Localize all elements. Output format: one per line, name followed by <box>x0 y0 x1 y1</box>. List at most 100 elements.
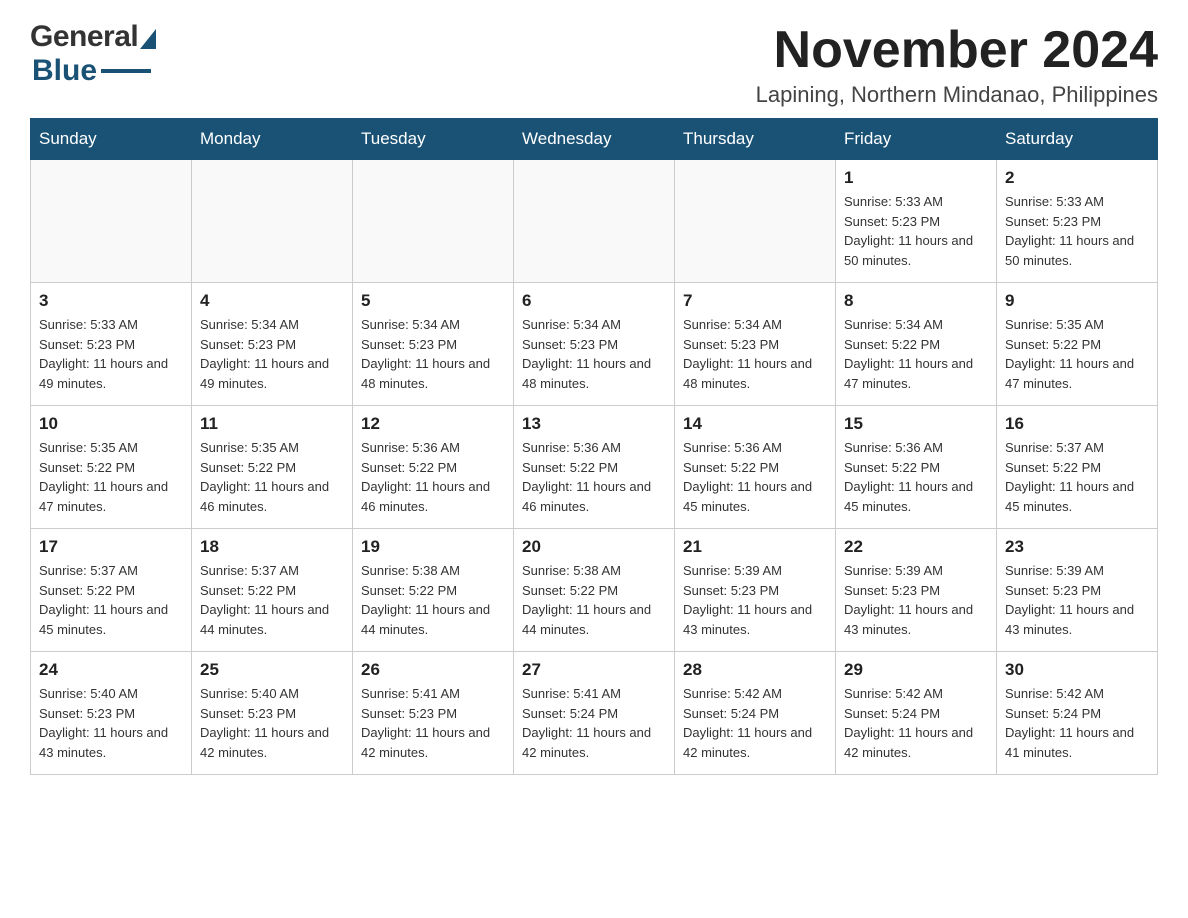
calendar-week-3: 10 Sunrise: 5:35 AMSunset: 5:22 PMDayligh… <box>31 406 1158 529</box>
table-row: 11 Sunrise: 5:35 AMSunset: 5:22 PMDayligh… <box>192 406 353 529</box>
table-row: 29Sunrise: 5:42 AMSunset: 5:24 PMDayligh… <box>836 652 997 775</box>
day-number: 20 <box>522 537 666 557</box>
day-info: Sunrise: 5:39 AMSunset: 5:23 PMDaylight:… <box>844 561 988 639</box>
day-number: 3 <box>39 291 183 311</box>
day-number: 25 <box>200 660 344 680</box>
day-number: 18 <box>200 537 344 557</box>
day-info: Sunrise: 5:42 AMSunset: 5:24 PMDaylight:… <box>844 684 988 762</box>
day-info: Sunrise: 5:33 AMSunset: 5:23 PMDaylight:… <box>39 315 183 393</box>
col-sunday: Sunday <box>31 119 192 160</box>
day-info: Sunrise: 5:35 AMSunset: 5:22 PMDaylight:… <box>200 438 344 516</box>
table-row: 20Sunrise: 5:38 AMSunset: 5:22 PMDayligh… <box>514 529 675 652</box>
logo-general-text: General <box>30 20 138 54</box>
day-number: 22 <box>844 537 988 557</box>
day-info: Sunrise: 5:35 AMSunset: 5:22 PMDaylight:… <box>1005 315 1149 393</box>
month-year-title: November 2024 <box>756 20 1158 80</box>
day-info: Sunrise: 5:33 AMSunset: 5:23 PMDaylight:… <box>844 192 988 270</box>
day-info: Sunrise: 5:34 AMSunset: 5:23 PMDaylight:… <box>522 315 666 393</box>
table-row: 25 Sunrise: 5:40 AMSunset: 5:23 PMDayligh… <box>192 652 353 775</box>
day-number: 9 <box>1005 291 1149 311</box>
day-number: 4 <box>200 291 344 311</box>
day-info: Sunrise: 5:41 AMSunset: 5:24 PMDaylight:… <box>522 684 666 762</box>
table-row: 12 Sunrise: 5:36 AMSunset: 5:22 PMDayligh… <box>353 406 514 529</box>
col-friday: Friday <box>836 119 997 160</box>
table-row: 8 Sunrise: 5:34 AMSunset: 5:22 PMDaylight… <box>836 283 997 406</box>
day-info: Sunrise: 5:36 AMSunset: 5:22 PMDaylight:… <box>361 438 505 516</box>
day-number: 27 <box>522 660 666 680</box>
day-number: 26 <box>361 660 505 680</box>
day-info: Sunrise: 5:34 AMSunset: 5:22 PMDaylight:… <box>844 315 988 393</box>
day-info: Sunrise: 5:37 AMSunset: 5:22 PMDaylight:… <box>1005 438 1149 516</box>
table-row: 23Sunrise: 5:39 AMSunset: 5:23 PMDayligh… <box>997 529 1158 652</box>
table-row: 16Sunrise: 5:37 AMSunset: 5:22 PMDayligh… <box>997 406 1158 529</box>
calendar-week-5: 24 Sunrise: 5:40 AMSunset: 5:23 PMDayligh… <box>31 652 1158 775</box>
table-row: 26 Sunrise: 5:41 AMSunset: 5:23 PMDayligh… <box>353 652 514 775</box>
day-info: Sunrise: 5:35 AMSunset: 5:22 PMDaylight:… <box>39 438 183 516</box>
day-number: 15 <box>844 414 988 434</box>
table-row: 27 Sunrise: 5:41 AMSunset: 5:24 PMDayligh… <box>514 652 675 775</box>
table-row: 7Sunrise: 5:34 AMSunset: 5:23 PMDaylight… <box>675 283 836 406</box>
calendar-week-1: 1 Sunrise: 5:33 AMSunset: 5:23 PMDaylight… <box>31 160 1158 283</box>
table-row: 2 Sunrise: 5:33 AMSunset: 5:23 PMDaylight… <box>997 160 1158 283</box>
col-monday: Monday <box>192 119 353 160</box>
day-number: 10 <box>39 414 183 434</box>
day-number: 28 <box>683 660 827 680</box>
table-row: 9 Sunrise: 5:35 AMSunset: 5:22 PMDaylight… <box>997 283 1158 406</box>
day-number: 21 <box>683 537 827 557</box>
logo: General Blue <box>30 20 156 88</box>
table-row: 1 Sunrise: 5:33 AMSunset: 5:23 PMDaylight… <box>836 160 997 283</box>
day-number: 13 <box>522 414 666 434</box>
table-row: 21 Sunrise: 5:39 AMSunset: 5:23 PMDayligh… <box>675 529 836 652</box>
day-info: Sunrise: 5:39 AMSunset: 5:23 PMDaylight:… <box>683 561 827 639</box>
title-section: November 2024 Lapining, Northern Mindana… <box>756 20 1158 108</box>
day-number: 7 <box>683 291 827 311</box>
day-info: Sunrise: 5:41 AMSunset: 5:23 PMDaylight:… <box>361 684 505 762</box>
day-info: Sunrise: 5:36 AMSunset: 5:22 PMDaylight:… <box>522 438 666 516</box>
table-row <box>353 160 514 283</box>
day-info: Sunrise: 5:40 AMSunset: 5:23 PMDaylight:… <box>39 684 183 762</box>
calendar-week-2: 3 Sunrise: 5:33 AMSunset: 5:23 PMDaylight… <box>31 283 1158 406</box>
day-number: 6 <box>522 291 666 311</box>
day-number: 23 <box>1005 537 1149 557</box>
col-tuesday: Tuesday <box>353 119 514 160</box>
table-row: 5Sunrise: 5:34 AMSunset: 5:23 PMDaylight… <box>353 283 514 406</box>
page-header: General Blue November 2024 Lapining, Nor… <box>30 20 1158 108</box>
col-saturday: Saturday <box>997 119 1158 160</box>
day-info: Sunrise: 5:36 AMSunset: 5:22 PMDaylight:… <box>683 438 827 516</box>
table-row <box>192 160 353 283</box>
day-number: 1 <box>844 168 988 188</box>
day-info: Sunrise: 5:34 AMSunset: 5:23 PMDaylight:… <box>361 315 505 393</box>
logo-blue-line <box>101 69 151 73</box>
day-number: 8 <box>844 291 988 311</box>
day-info: Sunrise: 5:42 AMSunset: 5:24 PMDaylight:… <box>1005 684 1149 762</box>
table-row: 10 Sunrise: 5:35 AMSunset: 5:22 PMDayligh… <box>31 406 192 529</box>
table-row: 22 Sunrise: 5:39 AMSunset: 5:23 PMDayligh… <box>836 529 997 652</box>
col-thursday: Thursday <box>675 119 836 160</box>
location-subtitle: Lapining, Northern Mindanao, Philippines <box>756 82 1158 108</box>
day-info: Sunrise: 5:40 AMSunset: 5:23 PMDaylight:… <box>200 684 344 762</box>
day-number: 2 <box>1005 168 1149 188</box>
table-row: 3 Sunrise: 5:33 AMSunset: 5:23 PMDaylight… <box>31 283 192 406</box>
table-row: 19Sunrise: 5:38 AMSunset: 5:22 PMDayligh… <box>353 529 514 652</box>
table-row: 18 Sunrise: 5:37 AMSunset: 5:22 PMDayligh… <box>192 529 353 652</box>
day-info: Sunrise: 5:38 AMSunset: 5:22 PMDaylight:… <box>361 561 505 639</box>
day-info: Sunrise: 5:33 AMSunset: 5:23 PMDaylight:… <box>1005 192 1149 270</box>
day-number: 12 <box>361 414 505 434</box>
table-row: 24 Sunrise: 5:40 AMSunset: 5:23 PMDayligh… <box>31 652 192 775</box>
calendar-week-4: 17 Sunrise: 5:37 AMSunset: 5:22 PMDayligh… <box>31 529 1158 652</box>
logo-arrow-icon <box>140 29 156 49</box>
day-info: Sunrise: 5:34 AMSunset: 5:23 PMDaylight:… <box>200 315 344 393</box>
day-number: 14 <box>683 414 827 434</box>
day-number: 11 <box>200 414 344 434</box>
col-wednesday: Wednesday <box>514 119 675 160</box>
table-row <box>675 160 836 283</box>
calendar-header-row: Sunday Monday Tuesday Wednesday Thursday… <box>31 119 1158 160</box>
table-row: 13 Sunrise: 5:36 AMSunset: 5:22 PMDayligh… <box>514 406 675 529</box>
table-row: 6 Sunrise: 5:34 AMSunset: 5:23 PMDaylight… <box>514 283 675 406</box>
day-number: 17 <box>39 537 183 557</box>
day-info: Sunrise: 5:37 AMSunset: 5:22 PMDaylight:… <box>200 561 344 639</box>
table-row: 14 Sunrise: 5:36 AMSunset: 5:22 PMDayligh… <box>675 406 836 529</box>
day-number: 24 <box>39 660 183 680</box>
table-row <box>31 160 192 283</box>
calendar-table: Sunday Monday Tuesday Wednesday Thursday… <box>30 118 1158 775</box>
